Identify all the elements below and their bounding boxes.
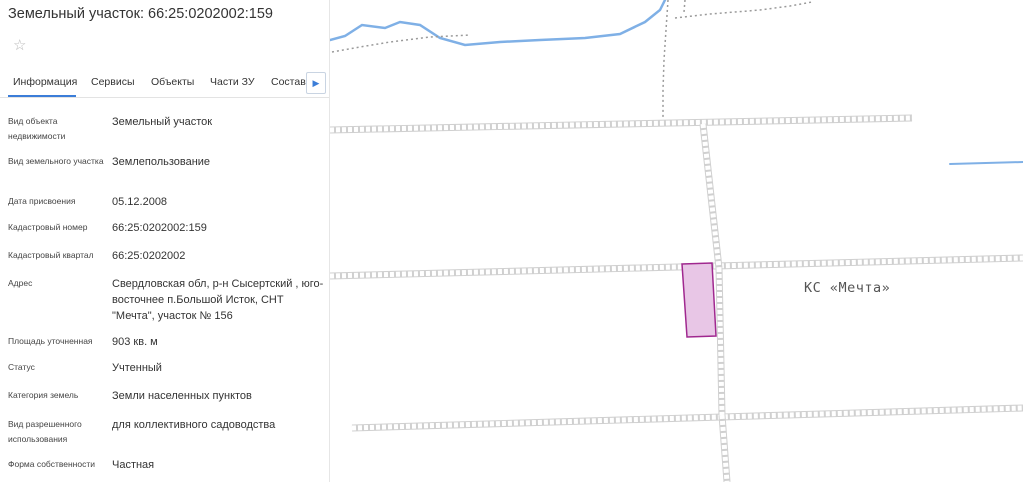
- field-value: 05.12.2008: [112, 196, 168, 208]
- tab-services[interactable]: Сервисы: [91, 76, 135, 88]
- field-value: 903 кв. м: [112, 336, 158, 348]
- field-label: Категория земель: [8, 390, 79, 400]
- field-label: Площадь уточненная: [8, 336, 93, 346]
- stream: [949, 161, 1023, 165]
- dotted-path: [683, 0, 686, 13]
- tab-objects[interactable]: Объекты: [151, 76, 194, 88]
- tab-bar: Информация Сервисы Объекты Части ЗУ Сост…: [0, 72, 329, 98]
- field-label: Вид земельного участка: [8, 156, 104, 166]
- dotted-path: [662, 0, 669, 118]
- map-area-label: КС «Мечта»: [804, 280, 890, 296]
- info-panel: Земельный участок: 66:25:0202002:159 ☆ И…: [0, 0, 330, 482]
- field-value: 66:25:0202002:159: [112, 222, 207, 234]
- address-value: Свердловская обл, р-н Сысертский , юго-в…: [112, 278, 324, 322]
- field-label: Дата присвоения: [8, 196, 76, 206]
- field-label: Форма собственности: [8, 459, 95, 469]
- tab-information[interactable]: Информация: [13, 76, 77, 88]
- cadastral-map[interactable]: КС «Мечта»: [330, 0, 1023, 482]
- field-label: Кадастровый квартал: [8, 250, 94, 260]
- field-value: Земли населенных пунктов: [112, 390, 252, 402]
- dotted-path: [674, 1, 813, 19]
- field-value: для коллективного садоводства: [112, 419, 276, 431]
- star-icon[interactable]: ☆: [13, 38, 26, 53]
- field-value: Частная: [112, 459, 155, 471]
- field-label: Вид объекта недвижимости: [8, 116, 66, 141]
- selected-parcel[interactable]: [681, 262, 717, 338]
- field-label: Кадастровый номер: [8, 222, 88, 232]
- field-label: Адрес: [8, 278, 33, 288]
- field-value: Землепользование: [112, 156, 211, 168]
- dotted-path: [331, 34, 471, 53]
- field-value: 66:25:0202002: [112, 250, 186, 262]
- tabs-divider: [0, 97, 329, 98]
- field-label: Вид разрешенного использования: [8, 419, 82, 444]
- roads: [330, 114, 1023, 482]
- status-value: Учтенный: [112, 362, 162, 374]
- river: [330, 0, 667, 47]
- chevron-right-icon[interactable]: ▶: [306, 72, 326, 94]
- field-value: Земельный участок: [112, 116, 213, 128]
- field-label: Статус: [8, 362, 35, 372]
- page-title: Земельный участок: 66:25:0202002:159: [8, 6, 273, 22]
- tab-composition[interactable]: Состав: [271, 76, 306, 88]
- tab-parts[interactable]: Части ЗУ: [210, 76, 255, 88]
- map-canvas[interactable]: КС «Мечта»: [330, 0, 1023, 482]
- active-tab-indicator: [8, 95, 76, 97]
